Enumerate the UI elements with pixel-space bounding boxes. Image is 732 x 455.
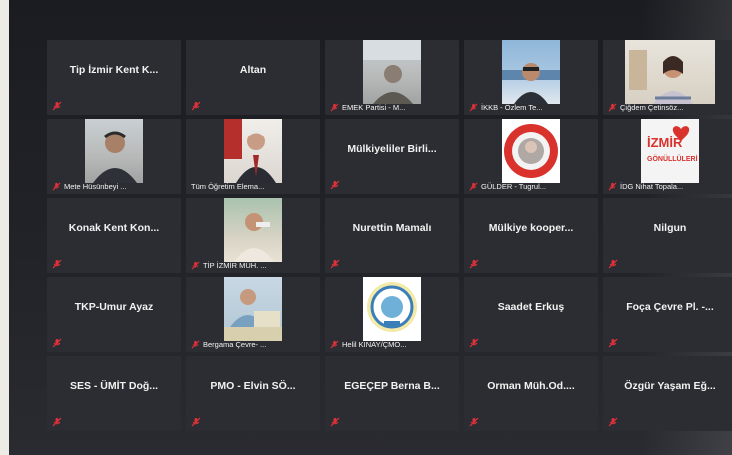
participant-video: [363, 277, 421, 341]
muted-mic-icon: [469, 417, 479, 427]
muted-mic-icon: [330, 340, 339, 349]
muted-mic-icon: [469, 338, 479, 348]
participant-video: İZMİR GÖNÜLLÜLERİ: [641, 119, 699, 183]
participant-tile[interactable]: Altan: [186, 40, 320, 115]
muted-mic-icon: [52, 417, 62, 427]
muted-mic-icon: [52, 101, 62, 111]
muted-mic-icon: [191, 340, 200, 349]
logo-text: GÖNÜLLÜLERİ: [647, 154, 698, 163]
participant-tile[interactable]: İZMİR GÖNÜLLÜLERİ İDG Nihat Topala...: [603, 119, 732, 194]
participant-name: Mülkiyeliler Birli...: [347, 143, 437, 155]
participant-name: Tüm Öğretim Elema...: [191, 182, 265, 191]
participant-tile[interactable]: Nilgun: [603, 198, 732, 273]
participant-name: Nurettin Mamalı: [352, 222, 432, 234]
participant-tile[interactable]: İKKB - Özlem Te...: [464, 40, 598, 115]
participant-tile[interactable]: Helil KINAY/ÇMO...: [325, 277, 459, 352]
participant-name: GÜLDER - Tugrul...: [481, 182, 547, 191]
participant-tile[interactable]: Bergama Çevre- ...: [186, 277, 320, 352]
muted-mic-icon: [191, 417, 201, 427]
muted-mic-icon: [330, 259, 340, 269]
muted-mic-icon: [608, 338, 618, 348]
participant-name: EGEÇEP Berna B...: [344, 380, 440, 392]
participant-name: İDG Nihat Topala...: [620, 182, 684, 191]
participant-video: [502, 40, 560, 104]
participant-tile[interactable]: TİP İZMİR MÜH. ...: [186, 198, 320, 273]
muted-mic-icon: [52, 182, 61, 191]
participant-name: Konak Kent Kon...: [68, 222, 160, 234]
logo-text: İZMİR: [647, 135, 683, 150]
participant-tile[interactable]: Mete Hüsünbeyi ...: [47, 119, 181, 194]
muted-mic-icon: [469, 103, 478, 112]
participant-tile[interactable]: Özgür Yaşam Eğ...: [603, 356, 732, 431]
muted-mic-icon: [608, 417, 618, 427]
participant-video: [625, 40, 715, 104]
participant-tile[interactable]: EMEK Partisi - M...: [325, 40, 459, 115]
muted-mic-icon: [52, 259, 62, 269]
participant-name: Mete Hüsünbeyi ...: [64, 182, 127, 191]
muted-mic-icon: [191, 261, 200, 270]
participant-video: [85, 119, 143, 183]
muted-mic-icon: [608, 259, 618, 269]
participant-tile[interactable]: GÜLDER - Tugrul...: [464, 119, 598, 194]
participant-name: Nilgun: [653, 222, 687, 234]
muted-mic-icon: [330, 417, 340, 427]
muted-mic-icon: [469, 182, 478, 191]
participant-tile[interactable]: Orman Müh.Od....: [464, 356, 598, 431]
participant-name: Bergama Çevre- ...: [203, 340, 267, 349]
participant-name: Mülkiye kooper...: [488, 222, 574, 234]
participant-tile[interactable]: TKP-Umur Ayaz: [47, 277, 181, 352]
participant-name: SES - ÜMİT Doğ...: [69, 380, 159, 392]
muted-mic-icon: [608, 103, 617, 112]
participant-name: PMO - Elvin SÖ...: [210, 380, 296, 392]
participant-name: İKKB - Özlem Te...: [481, 103, 543, 112]
participant-name: Orman Müh.Od....: [487, 380, 575, 392]
participant-tile[interactable]: Konak Kent Kon...: [47, 198, 181, 273]
muted-mic-icon: [330, 180, 340, 190]
participant-tile[interactable]: Tüm Öğretim Elema...: [186, 119, 320, 194]
participant-name: TKP-Umur Ayaz: [74, 301, 154, 313]
participant-tile[interactable]: Mülkiyeliler Birli...: [325, 119, 459, 194]
participant-video: [363, 40, 421, 104]
muted-mic-icon: [191, 101, 201, 111]
participant-name: Tip İzmir Kent K...: [69, 64, 159, 76]
participant-name: Saadet Erkuş: [497, 301, 565, 313]
muted-mic-icon: [469, 259, 479, 269]
participant-tile[interactable]: EGEÇEP Berna B...: [325, 356, 459, 431]
participant-video: [224, 119, 282, 183]
participant-name: Altan: [239, 64, 267, 76]
participant-tile[interactable]: Nurettin Mamalı: [325, 198, 459, 273]
participant-tile[interactable]: Çiğdem Çetinsöz...: [603, 40, 732, 115]
participant-tile[interactable]: Saadet Erkuş: [464, 277, 598, 352]
participant-name: Özgür Yaşam Eğ...: [624, 380, 716, 392]
muted-mic-icon: [52, 338, 62, 348]
participant-tile[interactable]: PMO - Elvin SÖ...: [186, 356, 320, 431]
participant-video: [502, 119, 560, 183]
participant-name: Helil KINAY/ÇMO...: [342, 340, 407, 349]
participant-video: [224, 277, 282, 341]
participant-tile[interactable]: SES - ÜMİT Doğ...: [47, 356, 181, 431]
participant-name: TİP İZMİR MÜH. ...: [203, 261, 267, 270]
meeting-screen: Tip İzmir Kent K... Altan EMEK Partisi -…: [9, 0, 732, 455]
muted-mic-icon: [608, 182, 617, 191]
participant-name: Foça Çevre Pl. -...: [626, 301, 714, 313]
participant-tile[interactable]: Mülkiye kooper...: [464, 198, 598, 273]
participant-name: EMEK Partisi - M...: [342, 103, 406, 112]
participant-tile[interactable]: Foça Çevre Pl. -...: [603, 277, 732, 352]
participant-video: [224, 198, 282, 262]
participant-gallery: Tip İzmir Kent K... Altan EMEK Partisi -…: [47, 40, 732, 432]
participant-tile[interactable]: Tip İzmir Kent K...: [47, 40, 181, 115]
muted-mic-icon: [330, 103, 339, 112]
participant-name: Çiğdem Çetinsöz...: [620, 103, 684, 112]
